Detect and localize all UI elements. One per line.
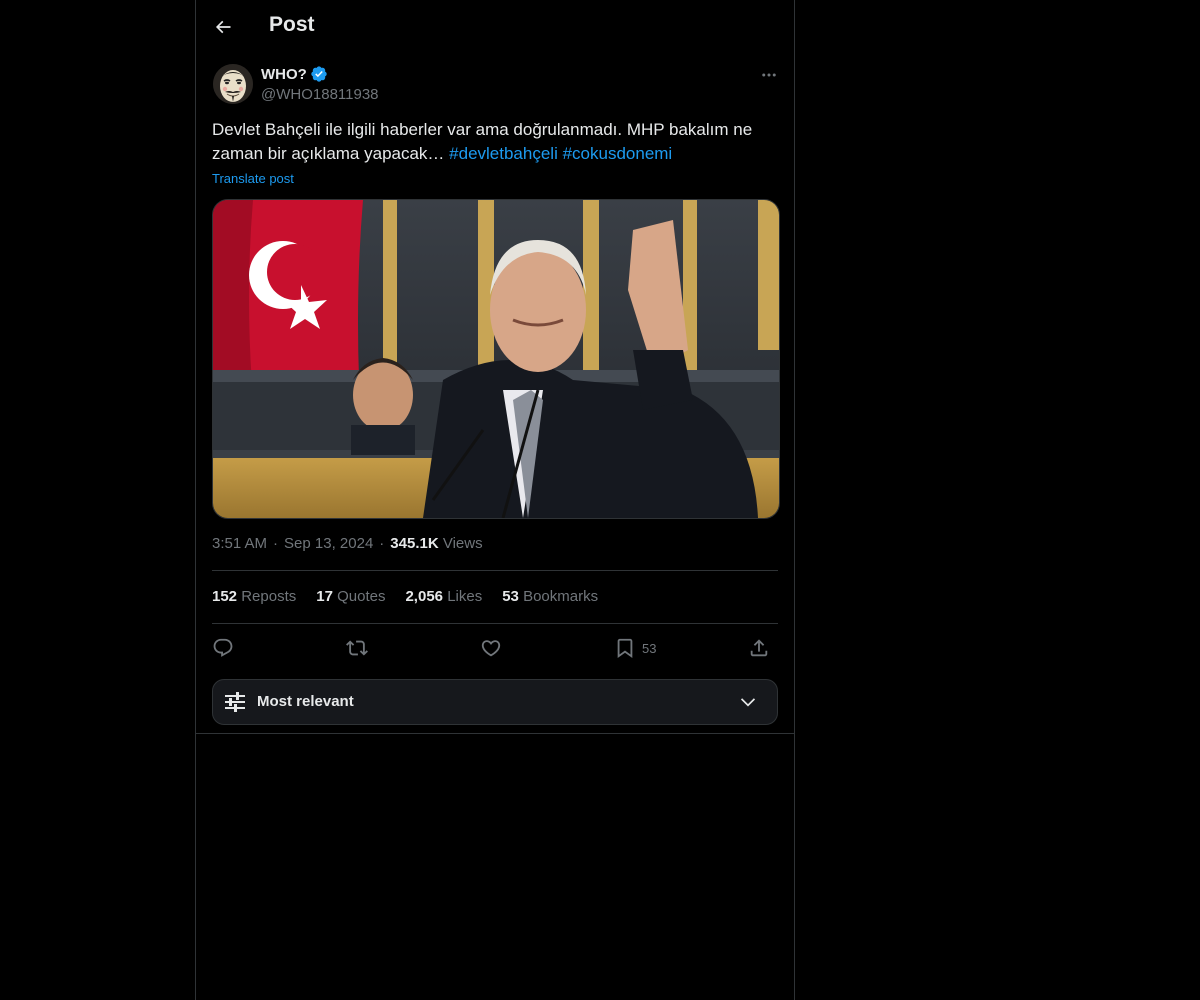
- post-photo: [213, 200, 779, 518]
- views-stat: 345.1K Views: [390, 535, 482, 552]
- back-button[interactable]: [207, 11, 239, 43]
- sort-label: Most relevant: [257, 693, 354, 710]
- bookmarks-label: Bookmarks: [523, 588, 599, 605]
- post-time[interactable]: 3:51 AM: [212, 535, 267, 552]
- bookmark-count: 53: [642, 640, 657, 656]
- meta-separator: ·: [379, 535, 385, 552]
- translate-post-link[interactable]: Translate post: [212, 171, 294, 186]
- quotes-stat[interactable]: 17 Quotes: [316, 588, 385, 605]
- like-button[interactable]: [480, 632, 502, 664]
- bookmark-button[interactable]: 53: [614, 632, 656, 664]
- more-options-button[interactable]: [754, 64, 784, 86]
- likes-label: Likes: [447, 588, 483, 605]
- likes-count: 2,056: [405, 588, 444, 605]
- quotes-label: Quotes: [337, 588, 386, 605]
- reply-button[interactable]: [212, 632, 234, 664]
- reposts-count: 152: [212, 588, 238, 605]
- divider: [212, 623, 778, 624]
- quotes-count: 17: [316, 588, 333, 605]
- author-handle[interactable]: @WHO18811938: [261, 86, 379, 103]
- author-name-row: WHO?: [261, 65, 328, 83]
- main-column: Post WHO? @WHO18811938 Devlet Bahçeli il…: [195, 0, 795, 1000]
- guy-fawkes-mask-avatar: [213, 64, 253, 104]
- hashtag-link[interactable]: #devletbahçeli: [449, 144, 558, 163]
- post-date[interactable]: Sep 13, 2024: [284, 535, 373, 552]
- share-icon: [748, 637, 770, 659]
- views-count: 345.1K: [390, 535, 439, 552]
- bookmark-icon: [614, 637, 636, 659]
- divider: [196, 733, 794, 734]
- bookmarks-count: 53: [502, 588, 519, 605]
- page-header: Post: [196, 0, 794, 54]
- divider: [212, 570, 778, 571]
- page-title: Post: [269, 13, 315, 36]
- bookmarks-stat[interactable]: 53 Bookmarks: [502, 588, 598, 605]
- action-bar: 53: [212, 632, 778, 664]
- verified-badge-icon[interactable]: [310, 65, 328, 83]
- likes-stat[interactable]: 2,056 Likes: [405, 588, 482, 605]
- more-horizontal-icon: [760, 66, 778, 84]
- post-meta: 3:51 AM · Sep 13, 2024 · 345.1K Views: [212, 535, 483, 552]
- hashtag-link[interactable]: #cokusdonemi: [563, 144, 673, 163]
- share-button[interactable]: [748, 632, 770, 664]
- author-display-name[interactable]: WHO?: [261, 66, 307, 83]
- post-text: Devlet Bahçeli ile ilgili haberler var a…: [212, 118, 782, 166]
- chevron-down-icon: [737, 692, 759, 712]
- reply-icon: [212, 637, 234, 659]
- avatar[interactable]: [213, 64, 253, 104]
- reply-sort-dropdown[interactable]: Most relevant: [212, 679, 778, 725]
- arrow-left-icon: [213, 17, 233, 37]
- views-label: Views: [442, 535, 483, 552]
- post-media-image[interactable]: [212, 199, 780, 519]
- reposts-label: Reposts: [241, 588, 297, 605]
- reposts-stat[interactable]: 152 Reposts: [212, 588, 296, 605]
- repost-icon: [346, 637, 368, 659]
- repost-button[interactable]: [346, 632, 368, 664]
- engagement-stats: 152 Reposts 17 Quotes 2,056 Likes 53 Boo…: [212, 588, 598, 605]
- heart-icon: [480, 637, 502, 659]
- meta-separator: ·: [273, 535, 279, 552]
- sliders-icon: [223, 691, 247, 713]
